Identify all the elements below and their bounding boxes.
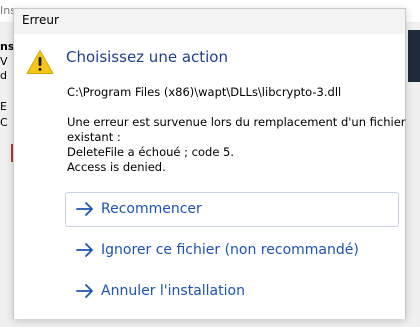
arrow-right-icon: [76, 202, 93, 216]
cancel-installation-button[interactable]: Annuler l'installation: [65, 274, 399, 309]
arrow-right-icon: [76, 284, 93, 298]
dialog-body: Choisissez une action C:\Program Files (…: [14, 34, 406, 319]
retry-button[interactable]: Recommencer: [65, 192, 399, 227]
warning-icon: [26, 50, 54, 74]
file-path: C:\Program Files (x86)\wapt\DLLs\libcryp…: [67, 85, 342, 99]
error-message-line: Une erreur est survenue lors du remplace…: [67, 115, 406, 129]
ignore-file-button-label: Ignorer ce fichier (non recommandé): [101, 242, 359, 258]
cancel-installation-button-label: Annuler l'installation: [101, 283, 245, 299]
arrow-right-icon: [76, 243, 93, 257]
retry-button-label: Recommencer: [101, 201, 202, 217]
ignore-file-button[interactable]: Ignorer ce fichier (non recommandé): [65, 233, 399, 268]
dialog-heading: Choisissez une action: [66, 48, 228, 66]
background-text-fragment: V: [0, 55, 8, 68]
dialog-title-bar[interactable]: Erreur: [14, 9, 405, 33]
error-message-line: Access is denied.: [67, 160, 166, 174]
error-dialog: Erreur Choisissez une action C:\Program …: [13, 8, 406, 319]
dialog-title: Erreur: [22, 13, 59, 27]
background-text-fragment: C: [0, 116, 8, 129]
error-message-line: DeleteFile a échoué ; code 5.: [67, 145, 235, 159]
background-text-fragment: d: [0, 69, 7, 82]
error-message-line: existant :: [67, 130, 121, 144]
background-text-fragment: E: [0, 100, 7, 113]
background-dark-panel: [408, 30, 420, 82]
